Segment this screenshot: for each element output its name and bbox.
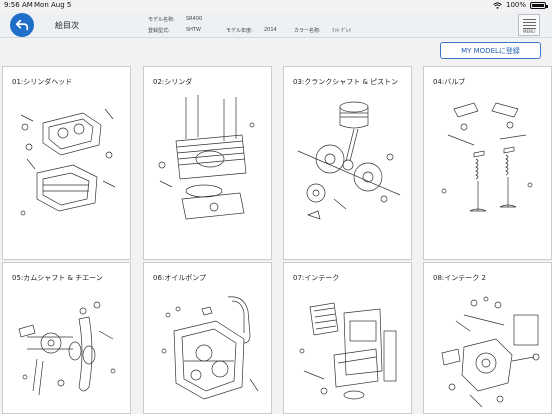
back-button[interactable] [10, 13, 34, 37]
intake-diagram [299, 302, 397, 400]
diagram-card[interactable]: 08:インテーク 2 [423, 262, 552, 414]
diagram-card[interactable]: 03:クランクシャフト & ピストン [283, 66, 412, 260]
model-name-label: モデル名称: [148, 17, 175, 23]
color-label: カラー名称: [294, 28, 321, 34]
color-value: ﾏｯﾄ ｸﾞﾚｲ [332, 28, 352, 34]
diagram-card[interactable]: 06:オイルポンプ [143, 262, 272, 414]
cylinder-diagram [158, 95, 255, 220]
card-title: 04:バルブ [433, 78, 466, 86]
diagram-card[interactable]: 04:バルブ [423, 66, 552, 260]
status-right: 100% [493, 1, 548, 9]
card-title: 08:インテーク 2 [433, 274, 486, 282]
card-title: 05:カムシャフト & チエーン [12, 274, 103, 282]
status-time: 9:56 AM [4, 1, 33, 9]
menu-icon-bar [523, 19, 536, 20]
intake-2-diagram [441, 296, 540, 408]
diagram-card[interactable]: 05:カムシャフト & チエーン [2, 262, 131, 414]
wifi-icon [493, 1, 502, 9]
card-title: 07:インテーク [293, 274, 340, 282]
diagram-card[interactable]: 02:シリンダ [143, 66, 272, 260]
status-date: Mon Aug 5 [34, 1, 72, 9]
menu-button[interactable]: MENU [518, 14, 540, 36]
card-title: 06:オイルポンプ [153, 274, 207, 282]
card-title: 03:クランクシャフト & ピストン [293, 78, 399, 86]
cylinder-head-diagram [20, 108, 116, 216]
register-my-model-button[interactable]: MY MODELに登録 [440, 42, 541, 59]
reg-type-label: 登録型式: [148, 28, 170, 34]
diagram-card[interactable]: 07:インテーク [283, 262, 412, 414]
oil-pump-diagram [161, 296, 259, 400]
diagram-card[interactable]: 01:シリンダヘッド [2, 66, 131, 260]
menu-icon-bar [523, 25, 536, 26]
menu-label: MENU [523, 29, 535, 34]
status-bar: 9:56 AM Mon Aug 5 100% [0, 0, 552, 12]
battery-percent: 100% [505, 1, 526, 9]
header-bar: 絵目次 モデル名称: SR400 登録型式: SHTW モデル年度: 2014 … [0, 12, 552, 38]
diagram-grid: 01:シリンダヘッド 02:シリンダ 03:クランクシャフト & ピストン 04… [0, 64, 552, 414]
page-title: 絵目次 [55, 21, 79, 30]
reg-type-value: SHTW [186, 27, 201, 33]
card-title: 02:シリンダ [153, 78, 193, 86]
card-title: 01:シリンダヘッド [12, 78, 73, 86]
model-name-value: SR400 [186, 16, 203, 22]
valve-diagram [441, 102, 533, 212]
camshaft-chain-diagram [18, 301, 116, 396]
menu-icon-bar [523, 22, 536, 23]
battery-icon [530, 1, 548, 9]
model-year-label: モデル年度: [226, 28, 253, 34]
crankshaft-piston-diagram [297, 101, 401, 220]
model-year-value: 2014 [264, 27, 277, 33]
back-arrow-icon [15, 19, 29, 31]
